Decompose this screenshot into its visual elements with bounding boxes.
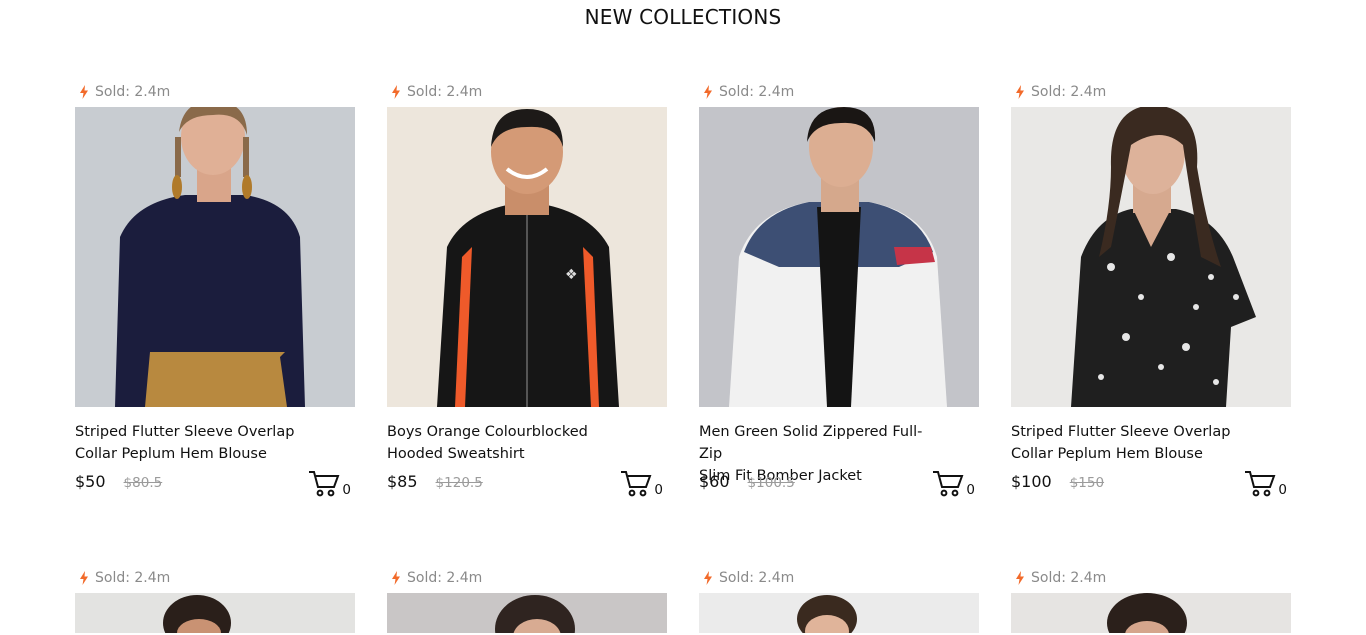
product-card[interactable]: Sold: 2.4m — [387, 568, 667, 633]
sold-count: Sold: 2.4m — [75, 82, 355, 102]
sold-label: Sold: 2.4m — [407, 84, 483, 100]
product-image[interactable] — [387, 593, 667, 633]
add-to-cart-button[interactable]: 0 — [1244, 469, 1287, 497]
bolt-icon — [80, 571, 88, 585]
sold-count: Sold: 2.4m — [1011, 82, 1291, 102]
sold-label: Sold: 2.4m — [95, 84, 171, 100]
bolt-icon — [80, 85, 88, 99]
cart-icon — [309, 471, 340, 497]
product-image[interactable] — [699, 107, 979, 407]
price: $50 — [75, 472, 106, 491]
sold-count: Sold: 2.4m — [699, 568, 979, 588]
sold-count: Sold: 2.4m — [387, 82, 667, 102]
product-card[interactable]: Sold: 2.4m Striped Flutter Sleeve Overla… — [1011, 82, 1291, 497]
cart-icon — [933, 471, 964, 497]
product-title-line: Men Green Solid Zippered Full-Zip — [699, 424, 923, 462]
price-block: $100 $150 — [1011, 472, 1104, 491]
product-image[interactable] — [75, 593, 355, 633]
product-card[interactable]: Sold: 2.4m ❖ Boys Orange Colourblocked H… — [387, 82, 667, 497]
product-image[interactable] — [699, 593, 979, 633]
product-title-line: Striped Flutter Sleeve Overlap — [1011, 424, 1231, 440]
price-block: $60 $100.5 — [699, 472, 795, 491]
cart-icon — [1245, 471, 1276, 497]
product-title-line: Striped Flutter Sleeve Overlap — [75, 424, 295, 440]
product-image[interactable]: ❖ — [387, 107, 667, 407]
bolt-icon — [392, 85, 400, 99]
product-card[interactable]: Sold: 2.4m — [75, 568, 355, 633]
old-price: $120.5 — [435, 475, 483, 491]
cart-count: 0 — [966, 482, 975, 498]
price: $85 — [387, 472, 418, 491]
svg-text:❖: ❖ — [565, 267, 578, 283]
bolt-icon — [704, 85, 712, 99]
sold-count: Sold: 2.4m — [75, 568, 355, 588]
product-image[interactable] — [1011, 593, 1291, 633]
section-title: NEW COLLECTIONS — [584, 5, 782, 29]
sold-count: Sold: 2.4m — [387, 568, 667, 588]
cart-count: 0 — [1278, 482, 1287, 498]
product-title[interactable]: Striped Flutter Sleeve Overlap Collar Pe… — [1011, 421, 1251, 465]
product-image[interactable] — [75, 107, 355, 407]
old-price: $100.5 — [747, 475, 795, 491]
product-title[interactable]: Boys Orange Colourblocked Hooded Sweatsh… — [387, 421, 627, 465]
cart-icon — [621, 471, 652, 497]
price-block: $85 $120.5 — [387, 472, 483, 491]
bolt-icon — [392, 571, 400, 585]
bolt-icon — [1016, 85, 1024, 99]
sold-label: Sold: 2.4m — [1031, 84, 1107, 100]
product-card[interactable]: Sold: 2.4m Striped Flutter Sleeve Overla… — [75, 82, 355, 497]
add-to-cart-button[interactable]: 0 — [620, 469, 663, 497]
add-to-cart-button[interactable]: 0 — [932, 469, 975, 497]
product-title-line: Collar Peplum Hem Blouse — [75, 446, 267, 462]
sold-label: Sold: 2.4m — [719, 84, 795, 100]
price: $100 — [1011, 472, 1052, 491]
sold-label: Sold: 2.4m — [95, 570, 171, 586]
sold-count: Sold: 2.4m — [699, 82, 979, 102]
product-title-line: Collar Peplum Hem Blouse — [1011, 446, 1203, 462]
cart-count: 0 — [654, 482, 663, 498]
price: $60 — [699, 472, 730, 491]
sold-count: Sold: 2.4m — [1011, 568, 1291, 588]
old-price: $80.5 — [123, 475, 163, 491]
product-title-line: Boys Orange Colourblocked — [387, 424, 588, 440]
cart-count: 0 — [342, 482, 351, 498]
product-image[interactable] — [1011, 107, 1291, 407]
product-card[interactable]: Sold: 2.4m — [699, 568, 979, 633]
product-card[interactable]: Sold: 2.4m Men Green Solid Zippered Full… — [699, 82, 979, 497]
sold-label: Sold: 2.4m — [719, 570, 795, 586]
sold-label: Sold: 2.4m — [407, 570, 483, 586]
old-price: $150 — [1069, 475, 1105, 491]
add-to-cart-button[interactable]: 0 — [308, 469, 351, 497]
sold-label: Sold: 2.4m — [1031, 570, 1107, 586]
product-title-line: Hooded Sweatshirt — [387, 446, 525, 462]
product-card[interactable]: Sold: 2.4m — [1011, 568, 1291, 633]
price-block: $50 $80.5 — [75, 472, 162, 491]
product-title[interactable]: Striped Flutter Sleeve Overlap Collar Pe… — [75, 421, 315, 465]
bolt-icon — [704, 571, 712, 585]
bolt-icon — [1016, 571, 1024, 585]
